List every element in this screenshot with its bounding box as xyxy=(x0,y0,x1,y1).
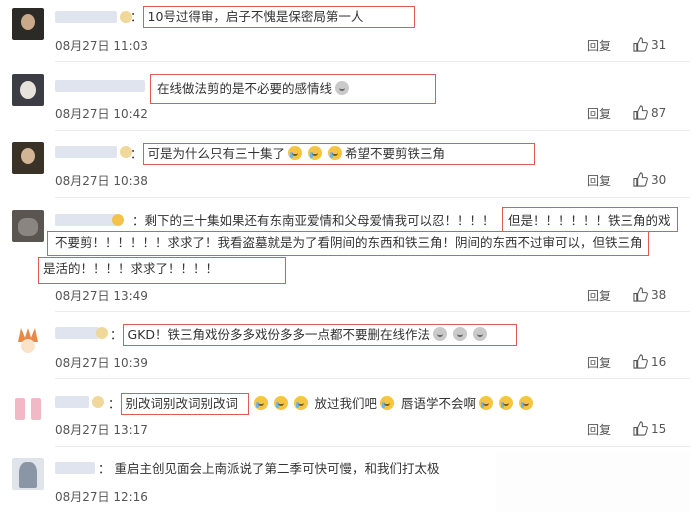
emoji-icon xyxy=(380,396,395,410)
timestamp: 08月27日 12:16 xyxy=(55,490,148,504)
username-blurred[interactable] xyxy=(55,80,145,92)
reply-button[interactable]: 回复 xyxy=(587,172,611,189)
avatar[interactable] xyxy=(12,210,44,242)
like-count: 31 xyxy=(651,38,667,52)
emoji-icon xyxy=(453,327,468,341)
comment-body: 剩下的三十集如果还有东南亚爱情和父母爱情我可以忍！！！！ xyxy=(144,213,495,228)
like-button[interactable]: 87 xyxy=(633,105,666,120)
highlighted-text: 别改词别改词别改词 xyxy=(120,393,249,415)
emoji-icon xyxy=(288,146,303,160)
like-count: 87 xyxy=(651,106,667,120)
username-blurred[interactable] xyxy=(55,146,117,158)
comment-body: 在线做法剪的是不必要的感情线 xyxy=(157,81,333,96)
username-blurred[interactable] xyxy=(55,214,117,226)
like-button[interactable]: 30 xyxy=(633,172,666,187)
emoji-icon xyxy=(293,396,308,410)
like-count: 30 xyxy=(651,173,667,187)
timestamp: 08月27日 11:03 xyxy=(55,39,148,53)
divider xyxy=(55,130,690,131)
verified-badge-icon xyxy=(92,396,104,408)
timestamp: 08月27日 10:38 xyxy=(55,174,148,188)
username-blurred[interactable] xyxy=(55,396,89,408)
emoji-icon xyxy=(308,146,323,160)
timestamp: 08月27日 13:17 xyxy=(55,423,148,437)
reply-button[interactable]: 回复 xyxy=(587,105,611,122)
highlighted-text: GKD！铁三角戏份多多戏份多多一点都不要删在线作法 xyxy=(122,324,517,346)
highlighted-text: 在线做法剪的是不必要的感情线 xyxy=(150,74,436,104)
timestamp: 08月27日 13:49 xyxy=(55,289,148,303)
divider xyxy=(55,446,690,447)
thumbs-up-icon xyxy=(633,287,648,302)
reply-button[interactable]: 回复 xyxy=(587,354,611,371)
avatar[interactable] xyxy=(12,324,44,356)
like-button[interactable]: 16 xyxy=(633,354,666,369)
verified-badge-icon xyxy=(112,214,124,226)
like-count: 38 xyxy=(651,288,667,302)
reply-button[interactable]: 回复 xyxy=(587,421,611,438)
reply-button[interactable]: 回复 xyxy=(587,287,611,304)
thumbs-up-icon xyxy=(633,354,648,369)
highlighted-text: 可是为什么只有三十集了 希望不要剪铁三角 xyxy=(142,143,535,165)
divider xyxy=(55,197,690,198)
divider xyxy=(55,378,690,379)
emoji-icon xyxy=(473,327,488,341)
comment-body: 重启主创见面会上南派说了第二季可快可慢，和我们打太极 xyxy=(114,461,440,476)
avatar[interactable] xyxy=(12,74,44,106)
emoji-icon xyxy=(499,396,514,410)
like-button[interactable]: 15 xyxy=(633,421,666,436)
comment-body: GKD！铁三角戏份多多戏份多多一点都不要删在线作法 xyxy=(127,327,431,342)
emoji-icon xyxy=(253,396,268,410)
comment-text-line-2: 不要剪！！！！！！求求了！我看盗墓就是为了看阴间的东西和铁三角！阴间的东西不过审… xyxy=(55,235,643,250)
comment-body-3: 唇语学不会啊 xyxy=(401,396,477,411)
comment-text: ： GKD！铁三角戏份多多戏份多多一点都不要删在线作法 xyxy=(110,322,519,347)
comment-body-2: 放过我们吧 xyxy=(314,396,378,411)
timestamp: 08月27日 10:42 xyxy=(55,107,148,121)
comment-body: 可是为什么只有三十集了 xyxy=(147,146,286,161)
emoji-icon xyxy=(335,81,350,95)
divider xyxy=(55,61,690,62)
comment-text: ： 10号过得审，启子不愧是保密局第一人 xyxy=(130,4,417,29)
emoji-icon xyxy=(273,396,288,410)
avatar[interactable] xyxy=(12,142,44,174)
avatar[interactable] xyxy=(12,8,44,40)
thumbs-up-icon xyxy=(633,172,648,187)
comment-text: ：别改词别改词别改词 放过我们吧 唇语学不会啊 xyxy=(108,391,536,416)
highlighted-text: 10号过得审，启子不愧是保密局第一人 xyxy=(142,6,415,28)
thumbs-up-icon xyxy=(633,105,648,120)
emoji-icon xyxy=(479,396,494,410)
timestamp: 08月27日 10:39 xyxy=(55,356,148,370)
username-blurred[interactable] xyxy=(55,327,99,339)
emoji-icon xyxy=(433,327,448,341)
watermark-area xyxy=(496,452,690,512)
comment-body-2: 希望不要剪铁三角 xyxy=(345,146,446,161)
thumbs-up-icon xyxy=(633,37,648,52)
comment-text: ： 重启主创见面会上南派说了第二季可快可慢，和我们打太极 xyxy=(98,461,440,476)
like-button[interactable]: 38 xyxy=(633,287,666,302)
username-blurred[interactable] xyxy=(55,11,117,23)
thumbs-up-icon xyxy=(633,421,648,436)
divider xyxy=(55,311,690,312)
emoji-icon xyxy=(328,146,343,160)
username-blurred[interactable] xyxy=(55,462,95,474)
like-button[interactable]: 31 xyxy=(633,37,666,52)
avatar[interactable] xyxy=(12,458,44,490)
reply-button[interactable]: 回复 xyxy=(587,37,611,54)
avatar[interactable] xyxy=(12,392,44,424)
comment-text: ： 可是为什么只有三十集了 希望不要剪铁三角 xyxy=(130,141,537,166)
comment-text-line-3: 是活的！！！！求求了！！！！ xyxy=(43,261,219,276)
like-count: 15 xyxy=(651,422,667,436)
emoji-icon xyxy=(519,396,534,410)
verified-badge-icon xyxy=(96,327,108,339)
like-count: 16 xyxy=(651,355,667,369)
comment-text: 在线做法剪的是不必要的感情线 xyxy=(150,74,438,104)
